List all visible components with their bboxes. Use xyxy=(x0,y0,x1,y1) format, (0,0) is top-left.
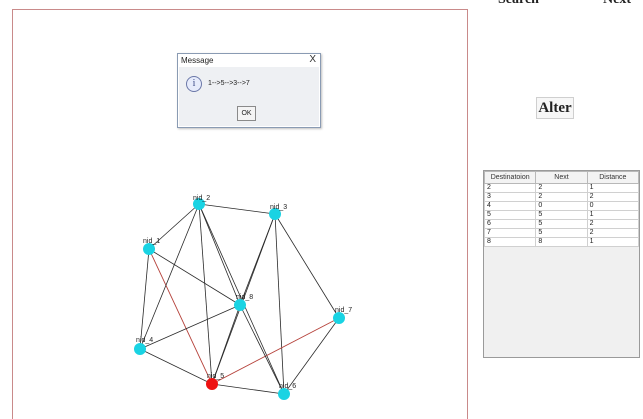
table-row[interactable]: 6 5 2 xyxy=(483,219,640,229)
cell-distance: 0 xyxy=(586,201,640,211)
routing-table: Destinatoion Next Distance 2 2 1 3 2 2 4… xyxy=(483,171,640,247)
edge-6-8 xyxy=(239,304,285,395)
cell-next: 8 xyxy=(535,237,588,247)
table-row[interactable]: 2 2 1 xyxy=(483,183,640,193)
routing-table-panel: Destinatoion Next Distance 2 2 1 3 2 2 4… xyxy=(483,170,640,358)
node-label-4: nid_4 xyxy=(136,337,153,344)
ok-button[interactable]: OK xyxy=(237,106,256,121)
edge-1-8 xyxy=(148,248,241,306)
node-4[interactable] xyxy=(134,343,146,355)
dialog-title: Message xyxy=(181,56,214,65)
node-label-7: nid_7 xyxy=(335,307,352,314)
node-label-6: nid_6 xyxy=(279,383,296,390)
table-row[interactable]: 5 5 1 xyxy=(483,210,640,220)
column-header-next[interactable]: Next xyxy=(535,171,588,184)
cell-destination: 4 xyxy=(483,201,537,211)
cell-distance: 1 xyxy=(586,210,640,220)
info-icon: i xyxy=(186,76,202,92)
edge-5-6 xyxy=(211,383,285,395)
edge-4-5 xyxy=(139,348,213,385)
node-label-8: nid_8 xyxy=(236,294,253,301)
cell-next: 0 xyxy=(535,201,588,211)
table-row[interactable]: 3 2 2 xyxy=(483,192,640,202)
message-dialog: Message X i 1-->5-->3-->7 OK xyxy=(177,53,321,128)
path-edge-1-5 xyxy=(148,248,213,385)
node-label-5: nid_5 xyxy=(207,373,224,380)
cell-next: 5 xyxy=(535,210,588,220)
column-header-destination[interactable]: Destinatoion xyxy=(483,171,537,184)
node-label-2: nid_2 xyxy=(193,195,210,202)
cell-destination: 7 xyxy=(483,228,537,238)
cell-distance: 1 xyxy=(586,237,640,247)
cell-destination: 3 xyxy=(483,192,537,202)
cell-next: 2 xyxy=(535,183,588,193)
cell-distance: 2 xyxy=(586,192,640,202)
edge-2-3 xyxy=(198,203,276,215)
cell-distance: 2 xyxy=(586,228,640,238)
close-icon[interactable]: X xyxy=(309,54,316,65)
cell-distance: 1 xyxy=(586,183,640,193)
cell-destination: 6 xyxy=(483,219,537,229)
alter-button[interactable]: Alter xyxy=(536,97,574,119)
cell-distance: 2 xyxy=(586,219,640,229)
cell-destination: 5 xyxy=(483,210,537,220)
cell-next: 5 xyxy=(535,228,588,238)
dialog-body: i 1-->5-->3-->7 OK xyxy=(179,67,319,126)
column-header-distance[interactable]: Distance xyxy=(586,171,640,184)
node-label-3: nid_3 xyxy=(270,204,287,211)
cell-next: 5 xyxy=(535,219,588,229)
cell-next: 2 xyxy=(535,192,588,202)
cell-destination: 2 xyxy=(483,183,537,193)
cell-destination: 8 xyxy=(483,237,537,247)
table-row[interactable]: 7 5 2 xyxy=(483,228,640,238)
table-row[interactable]: 4 0 0 xyxy=(483,201,640,211)
edge-3-7 xyxy=(274,213,340,319)
table-row[interactable]: 8 8 1 xyxy=(483,237,640,247)
dialog-message: 1-->5-->3-->7 xyxy=(208,80,250,87)
edge-1-4 xyxy=(139,248,150,350)
node-label-1: nid_1 xyxy=(143,238,160,245)
edge-3-6 xyxy=(274,213,285,395)
